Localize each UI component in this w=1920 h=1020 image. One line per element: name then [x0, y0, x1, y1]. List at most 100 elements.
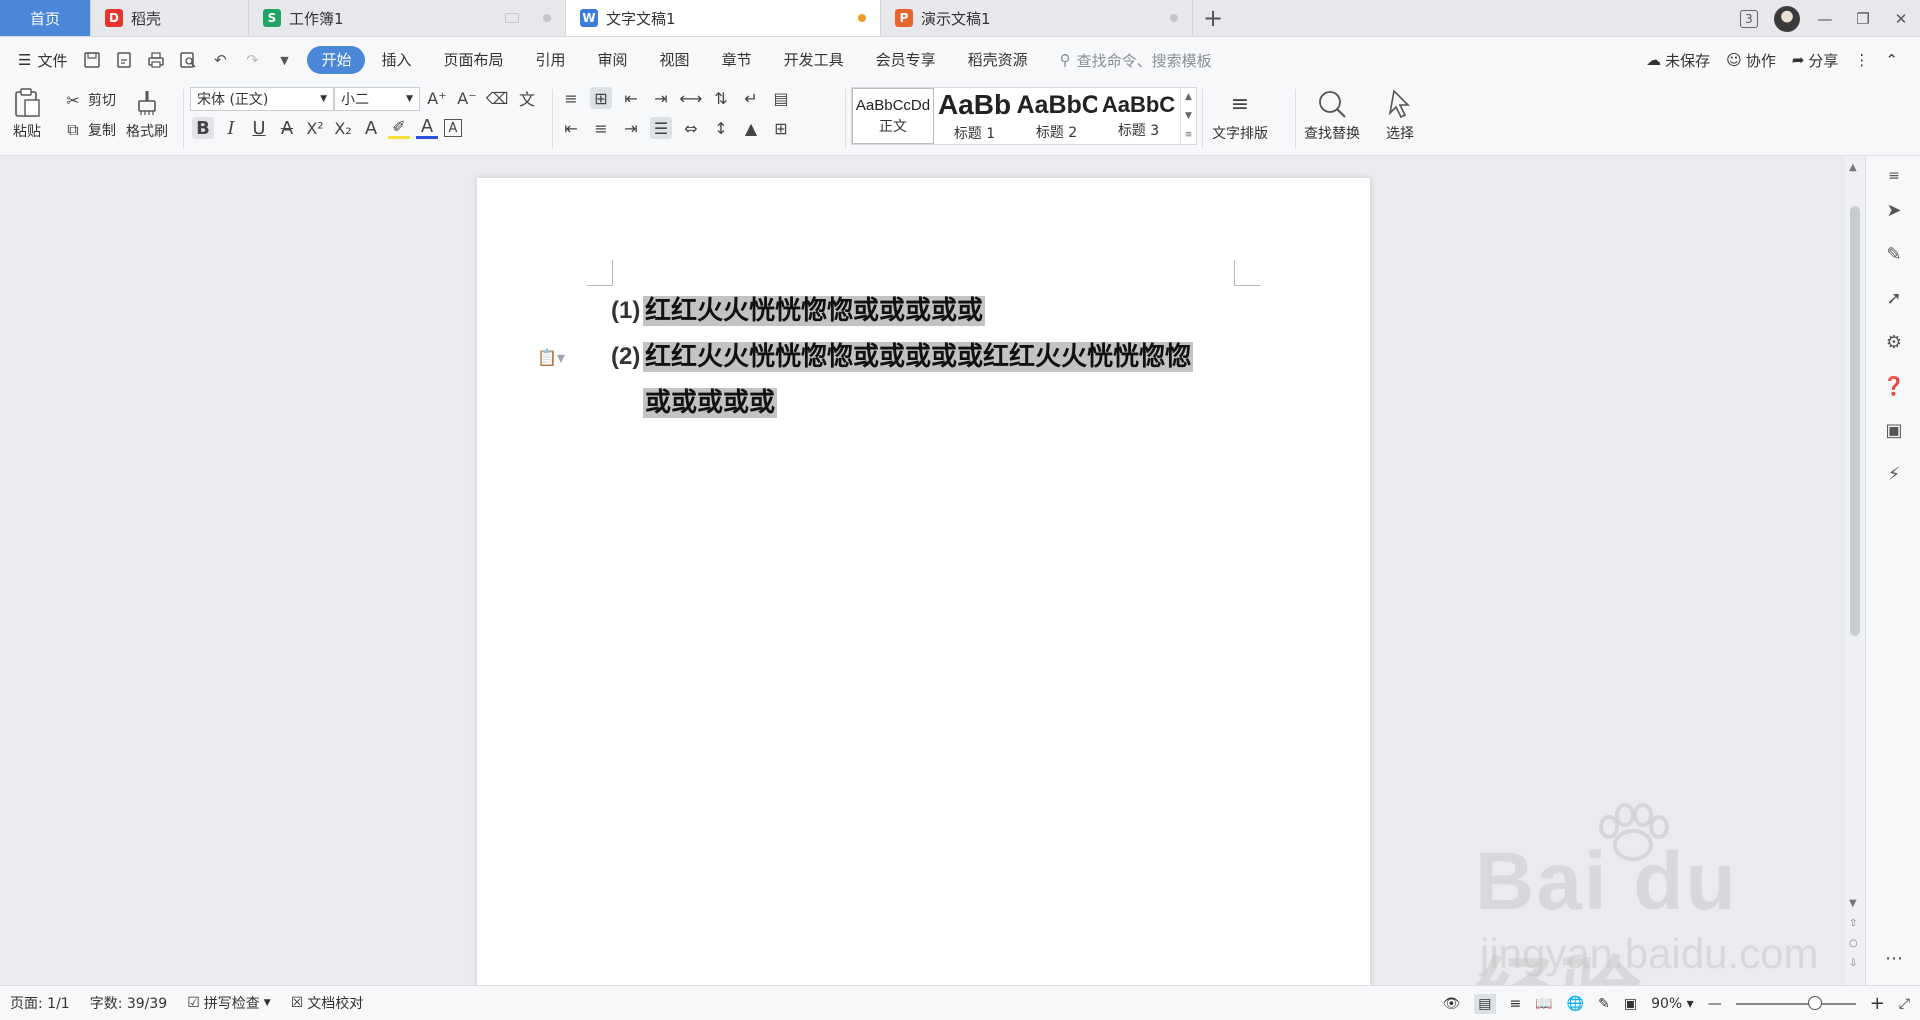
tab-close-dot[interactable]: [1170, 14, 1178, 22]
rocket-icon[interactable]: ➤: [1882, 198, 1906, 222]
close-icon[interactable]: ✕: [1882, 0, 1920, 37]
style-scroll[interactable]: ▲ ▼ ≡: [1180, 88, 1196, 144]
subscript-icon[interactable]: X₂: [332, 117, 354, 139]
style-heading-2[interactable]: AaBbC 标题 2: [1016, 88, 1098, 144]
tab-ruler-icon[interactable]: ▤: [770, 87, 792, 109]
tab-daoke-resources[interactable]: 稻壳资源: [952, 46, 1044, 74]
proofread-button[interactable]: ☒ 文档校对: [281, 993, 374, 1013]
font-size-combo[interactable]: 小二 ▼: [334, 87, 420, 111]
tab-insert[interactable]: 插入: [365, 46, 427, 74]
shrink-font-icon[interactable]: A⁻: [456, 87, 478, 109]
tab-developer[interactable]: 开发工具: [768, 46, 860, 74]
tab-home-ribbon[interactable]: 开始: [307, 46, 366, 74]
scroll-up-icon[interactable]: ▲: [1849, 162, 1857, 173]
collab-button[interactable]: ☺ 协作: [1726, 50, 1776, 71]
copy-button[interactable]: ⧉ 复制: [62, 119, 116, 141]
char-border-icon[interactable]: A: [444, 119, 462, 137]
list-item[interactable]: 红红火火恍恍惚惚或或或或或红红火火恍恍惚惚: [643, 334, 1194, 380]
outline-view-icon[interactable]: ≡: [1510, 996, 1522, 1012]
tab-view[interactable]: 视图: [644, 46, 706, 74]
style-normal[interactable]: AaBbCcDd 正文: [852, 88, 934, 144]
more-icon[interactable]: ⋮: [1854, 51, 1869, 69]
italic-icon[interactable]: I: [220, 117, 242, 139]
spell-check-button[interactable]: ☑ 拼写检查 ▼: [177, 993, 280, 1013]
panel-handle-icon[interactable]: ≡: [1882, 164, 1906, 188]
customize-toolbar-icon[interactable]: ▼: [273, 49, 295, 71]
eye-protection-icon[interactable]: 👁: [1443, 996, 1461, 1012]
export-pdf-icon[interactable]: [113, 49, 135, 71]
word-count[interactable]: 字数: 39/39: [80, 993, 178, 1013]
file-menu[interactable]: ☰ 文件: [0, 50, 81, 71]
decrease-indent-icon[interactable]: ⇤: [620, 87, 642, 109]
print-preview-icon[interactable]: [177, 49, 199, 71]
fullscreen-icon[interactable]: ⤢: [1899, 996, 1910, 1012]
grow-font-icon[interactable]: A⁺: [426, 87, 448, 109]
font-name-combo[interactable]: 宋体 (正文) ▼: [190, 87, 334, 111]
increase-indent-icon[interactable]: ⇥: [650, 87, 672, 109]
list-item-continuation[interactable]: 或或或或或: [643, 380, 778, 426]
tab-references[interactable]: 引用: [520, 46, 582, 74]
browse-object-icon[interactable]: ○: [1849, 938, 1858, 949]
zoom-slider-knob[interactable]: [1807, 995, 1822, 1010]
sort-icon[interactable]: ⇅: [710, 87, 732, 109]
pointer-icon[interactable]: ➚: [1882, 286, 1906, 310]
minimize-icon[interactable]: —: [1806, 0, 1844, 37]
window-count-button[interactable]: 3: [1730, 0, 1768, 37]
align-center-icon[interactable]: ≡: [590, 117, 612, 139]
font-color-icon[interactable]: A: [416, 116, 438, 139]
tab-workbook[interactable]: S 工作簿1: [249, 0, 566, 36]
unsaved-dot[interactable]: [858, 14, 866, 22]
zoom-in-icon[interactable]: +: [1870, 993, 1885, 1014]
sliders-icon[interactable]: ⚙: [1882, 330, 1906, 354]
format-painter-button[interactable]: 格式刷: [126, 87, 168, 141]
borders-icon[interactable]: ⊞: [770, 117, 792, 139]
shading-icon[interactable]: ▲: [740, 117, 762, 139]
prev-page-icon[interactable]: ⇧: [1849, 918, 1857, 929]
restore-icon[interactable]: ❐: [1844, 0, 1882, 37]
chinese-layout-icon[interactable]: ⟷: [680, 87, 703, 109]
scroll-thumb[interactable]: [1850, 206, 1860, 636]
scroll-down-icon[interactable]: ▼: [1849, 898, 1857, 909]
command-search[interactable]: ⚲ 查找命令、搜索模板: [1060, 50, 1212, 71]
style-heading-1[interactable]: AaBb 标题 1: [934, 88, 1016, 144]
pinyin-guide-icon[interactable]: 文: [516, 87, 538, 109]
text-layout-button[interactable]: ≡ 文字排版: [1212, 87, 1268, 143]
bold-icon[interactable]: B: [192, 117, 214, 139]
find-replace-button[interactable]: 查找替换: [1304, 87, 1360, 143]
align-right-icon[interactable]: ⇥: [620, 117, 642, 139]
style-heading-3[interactable]: AaBbC 标题 3: [1098, 88, 1180, 144]
print-icon[interactable]: [145, 49, 167, 71]
more-dots-icon[interactable]: ⋯: [1882, 946, 1906, 970]
zoom-out-icon[interactable]: —: [1708, 996, 1722, 1012]
write-mode-icon[interactable]: ✎: [1598, 996, 1610, 1012]
vertical-scrollbar[interactable]: ▲ ▼ ⇧ ○ ⇩: [1845, 156, 1865, 985]
fit-page-icon[interactable]: ▣: [1624, 996, 1637, 1012]
text-effect-icon[interactable]: A: [360, 117, 382, 139]
superscript-icon[interactable]: X²: [304, 117, 326, 139]
tab-page-layout[interactable]: 页面布局: [428, 46, 520, 74]
tab-daoke[interactable]: D 稻壳: [91, 0, 249, 36]
highlight-icon[interactable]: ✐: [388, 117, 410, 139]
show-marks-icon[interactable]: ↵: [740, 87, 762, 109]
list-item[interactable]: 红红火火恍恍惚惚或或或或或: [643, 288, 986, 334]
select-button[interactable]: 选择: [1384, 87, 1416, 143]
tab-member[interactable]: 会员专享: [860, 46, 952, 74]
align-left-icon[interactable]: ⇤: [560, 117, 582, 139]
pen-icon[interactable]: ✎: [1882, 242, 1906, 266]
justify-icon[interactable]: ☰: [650, 117, 672, 139]
undo-icon[interactable]: ↶: [209, 49, 231, 71]
page-view-icon[interactable]: ▤: [1474, 993, 1496, 1014]
help-icon[interactable]: ❓: [1882, 374, 1906, 398]
tab-document[interactable]: W 文字文稿1: [566, 0, 881, 36]
zoom-level[interactable]: 90% ▾: [1651, 996, 1694, 1012]
share-button[interactable]: ➦ 分享: [1792, 50, 1839, 71]
tab-section[interactable]: 章节: [706, 46, 768, 74]
tab-close-dot[interactable]: [543, 14, 551, 22]
user-avatar[interactable]: [1768, 0, 1806, 37]
cut-button[interactable]: ✂ 剪切: [62, 89, 116, 111]
save-icon[interactable]: [81, 49, 103, 71]
strikethrough-icon[interactable]: A: [276, 117, 298, 139]
tab-presentation[interactable]: P 演示文稿1: [881, 0, 1193, 36]
reading-view-icon[interactable]: 📖: [1535, 996, 1552, 1012]
tab-home[interactable]: 首页: [0, 0, 91, 36]
